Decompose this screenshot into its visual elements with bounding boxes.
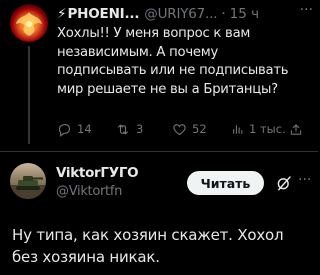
avatar[interactable] xyxy=(10,4,48,42)
author-handle[interactable]: @URIY67... xyxy=(144,6,217,22)
repost-button[interactable]: 3 xyxy=(115,120,143,138)
parent-tweet[interactable]: ⚡ PHOENI... @URIY67... · 15 ч ··· Хохлы!… xyxy=(0,0,318,150)
grok-icon[interactable] xyxy=(275,174,293,192)
views-button[interactable]: 1 тыс. xyxy=(231,120,286,138)
more-icon[interactable]: ··· xyxy=(298,172,311,188)
tweet-text: Ну типа, как хозяин скажет. Хохол без хо… xyxy=(12,224,312,268)
tweet-text-line: подписывать или не подписывать xyxy=(57,63,289,79)
tweet-header: ⚡ PHOENI... @URIY67... · 15 ч ··· xyxy=(57,2,315,23)
reply-button[interactable]: 14 xyxy=(57,120,92,138)
divider xyxy=(0,151,318,152)
tweet-text-line: мир решаете не вы а Британцы? xyxy=(57,82,278,98)
reply-icon xyxy=(58,123,71,137)
like-count: 52 xyxy=(192,122,207,136)
author-name[interactable]: PHOENI... xyxy=(67,6,139,22)
tweet-actions: 14 3 52 1 тыс. xyxy=(57,120,315,138)
views-icon xyxy=(233,125,243,134)
repost-icon xyxy=(118,124,128,134)
like-icon xyxy=(173,123,186,135)
tweet-text-line: без хозяина никак. xyxy=(12,248,160,266)
reply-count: 14 xyxy=(77,122,92,136)
more-icon[interactable]: ··· xyxy=(300,2,313,18)
repost-count: 3 xyxy=(136,122,144,136)
tweet-text-line: Ну типа, как хозяин скажет. Хохол xyxy=(12,226,284,244)
author-handle[interactable]: @Viktortfn xyxy=(56,184,122,199)
tweet-text-line: Хохлы!! У меня вопрос к вам xyxy=(57,26,251,41)
like-button[interactable]: 52 xyxy=(172,120,207,138)
tweet-time[interactable]: 15 ч xyxy=(230,6,259,22)
avatar[interactable] xyxy=(10,163,46,199)
follow-button[interactable]: Читать xyxy=(187,171,264,195)
share-button[interactable] xyxy=(289,120,303,138)
tweet-text-line: независимым. А почему xyxy=(57,44,218,60)
thread-line xyxy=(28,46,30,144)
views-count: 1 тыс. xyxy=(249,122,286,136)
share-icon xyxy=(290,123,302,135)
bolt-icon: ⚡ xyxy=(57,6,67,22)
separator-dot: · xyxy=(221,6,226,22)
author-name[interactable]: ViktorГУГО xyxy=(56,165,139,181)
tweet-text: Хохлы!! У меня вопрос к вам независимым.… xyxy=(57,25,315,100)
